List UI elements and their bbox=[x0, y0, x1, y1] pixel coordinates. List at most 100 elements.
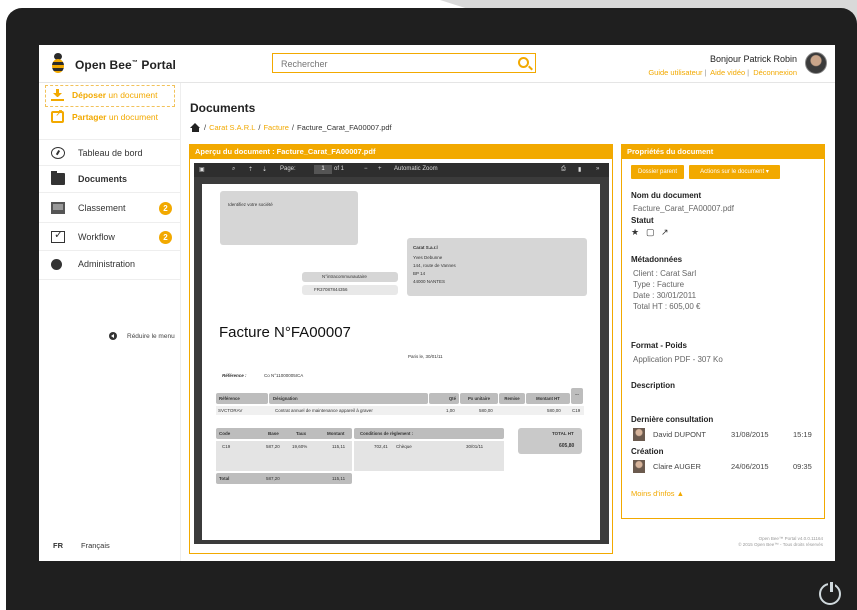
language-selector[interactable]: FR Français bbox=[53, 541, 110, 550]
count-badge: 2 bbox=[159, 202, 172, 215]
sidebar-item-dashboard[interactable]: Tableau de bord bbox=[39, 139, 181, 166]
brand-tm: ™ bbox=[131, 60, 138, 66]
upload-label-bold: Déposer bbox=[72, 90, 107, 100]
folder-icon bbox=[51, 171, 65, 185]
last-consult-row: David DUPONT 31/08/2015 15:19 bbox=[633, 428, 823, 442]
col-qty: Qté bbox=[429, 393, 459, 404]
recipient-line: Carat S.a.r.l bbox=[413, 245, 438, 250]
history-name: David DUPONT bbox=[653, 430, 706, 439]
tax-cell: 587,20 bbox=[266, 444, 280, 449]
cell-amount: 580,00 bbox=[547, 408, 561, 413]
archive-icon bbox=[51, 201, 65, 214]
workflow-icon bbox=[51, 228, 65, 243]
print-icon[interactable]: ⎙ bbox=[561, 166, 566, 173]
sidebar-item-label: Administration bbox=[78, 259, 136, 269]
document-actions-button[interactable]: Actions sur le document ▾ bbox=[689, 165, 780, 179]
share-label: un document bbox=[106, 112, 159, 122]
breadcrumb-sep: / bbox=[258, 123, 261, 132]
recipient-line: 44000 NANTES bbox=[413, 279, 446, 284]
col-discount: Remise bbox=[499, 393, 525, 404]
col-label: Px unitaire bbox=[468, 396, 490, 401]
tax-col: Base bbox=[268, 431, 279, 436]
col-designation: Désignation bbox=[269, 393, 428, 404]
sidebar-item-documents[interactable]: Documents bbox=[39, 166, 181, 193]
col-more: ... bbox=[571, 388, 583, 404]
share-document-button[interactable]: Partager un document bbox=[51, 108, 159, 123]
sidebar-item-classement[interactable]: Classement 2 bbox=[39, 193, 181, 223]
footer-note: Open Bee™ Portal v4.0.0.11164 © 2015 Ope… bbox=[738, 536, 823, 548]
col-label: Référence bbox=[219, 396, 240, 401]
bookmark-icon[interactable]: ▮ bbox=[578, 166, 581, 173]
col-amount: Montant HT bbox=[526, 393, 570, 404]
vat-label: N°intracommunautaire bbox=[322, 274, 367, 279]
sidebar-toggle-icon[interactable]: ▣ bbox=[199, 166, 205, 173]
home-icon[interactable] bbox=[190, 123, 201, 132]
page-number-input[interactable]: 1 bbox=[314, 165, 332, 174]
history-name: Claire AUGER bbox=[653, 462, 701, 471]
previous-page-icon[interactable]: ⇡ bbox=[248, 166, 253, 173]
col-label: ... bbox=[575, 391, 579, 396]
invoice-title: Facture N°FA00007 bbox=[219, 324, 351, 341]
search-icon[interactable] bbox=[518, 57, 529, 68]
cell-qty: 1,00 bbox=[446, 408, 455, 413]
tax-total-amount: 115,11 bbox=[332, 476, 346, 481]
last-consult-label: Dernière consultation bbox=[631, 415, 714, 424]
brand-suffix: Portal bbox=[141, 58, 176, 72]
dashboard-icon bbox=[51, 146, 65, 159]
sidebar-item-administration[interactable]: Administration bbox=[39, 251, 181, 280]
share-icon bbox=[51, 108, 64, 123]
zoom-select[interactable]: Automatic Zoom bbox=[394, 166, 438, 172]
search-input[interactable] bbox=[273, 55, 503, 73]
tax-col: Taux bbox=[296, 431, 307, 436]
star-icon[interactable]: ★ bbox=[631, 228, 640, 237]
recipient-line: 144, route de Vannes bbox=[413, 263, 456, 268]
metadata-label: Métadonnées bbox=[631, 255, 683, 264]
breadcrumb-sep: / bbox=[291, 123, 294, 132]
lang-name: Français bbox=[81, 541, 110, 550]
breadcrumb-sep: / bbox=[204, 123, 207, 132]
metadata-value: Total HT : 605,00 € bbox=[633, 302, 701, 311]
user-greeting: Bonjour Patrick Robin bbox=[709, 54, 797, 64]
zoom-out-icon[interactable]: − bbox=[364, 166, 368, 172]
comment-icon[interactable]: ▢ bbox=[646, 228, 655, 237]
search-bar[interactable] bbox=[272, 53, 536, 73]
logout-link[interactable]: Déconnexion bbox=[753, 68, 797, 77]
brand-name[interactable]: Open Bee™ Portal bbox=[75, 58, 176, 72]
power-icon[interactable] bbox=[819, 582, 841, 605]
metadata-value: Date : 30/01/2011 bbox=[633, 291, 697, 300]
zoom-in-icon[interactable]: + bbox=[378, 166, 382, 172]
avatar[interactable] bbox=[805, 52, 827, 74]
page-title: Documents bbox=[190, 101, 256, 115]
history-time: 15:19 bbox=[793, 430, 812, 439]
upload-document-button[interactable]: Déposer un document bbox=[51, 89, 158, 101]
lang-code: FR bbox=[53, 541, 63, 550]
properties-header: Propriétés du document bbox=[621, 144, 825, 159]
company-logo-box bbox=[220, 191, 358, 245]
tax-col: Code bbox=[219, 431, 231, 436]
caret-down-icon: ▾ bbox=[765, 169, 769, 175]
top-header: Open Bee™ Portal Bonjour Patrick Robin G… bbox=[39, 45, 835, 83]
upload-label: un document bbox=[106, 90, 158, 100]
pdf-viewer[interactable]: ▣ ⌕ ⇡ ⇣ Page: 1 of 1 − + Automatic Zoom … bbox=[194, 163, 609, 544]
header-links: Guide utilisateur | Aide vidéo | Déconnexi… bbox=[648, 68, 797, 77]
col-label: Qté bbox=[448, 396, 456, 401]
pdf-toolbar: ▣ ⌕ ⇡ ⇣ Page: 1 of 1 − + Automatic Zoom … bbox=[194, 163, 609, 177]
edit-icon[interactable]: ↗ bbox=[661, 228, 670, 237]
payment-cell: Chèque bbox=[396, 444, 412, 449]
avatar bbox=[633, 460, 645, 473]
next-page-icon[interactable]: ⇣ bbox=[262, 166, 267, 173]
col-label: Remise bbox=[504, 396, 520, 401]
video-help-link[interactable]: Aide vidéo bbox=[710, 68, 745, 77]
find-icon[interactable]: ⌕ bbox=[232, 166, 235, 173]
bee-logo-icon[interactable] bbox=[49, 53, 67, 75]
gear-icon bbox=[51, 259, 62, 270]
more-tools-icon[interactable]: » bbox=[596, 166, 599, 172]
breadcrumb-folder-link[interactable]: Carat S.A.R.L bbox=[209, 123, 255, 132]
breadcrumb-subfolder-link[interactable]: Facture bbox=[263, 123, 288, 132]
recipient-line: Yves Debunne bbox=[413, 255, 443, 260]
user-guide-link[interactable]: Guide utilisateur bbox=[648, 68, 702, 77]
parent-folder-button[interactable]: Dossier parent bbox=[631, 165, 684, 179]
less-info-link[interactable]: Moins d'infos ▲ bbox=[631, 489, 684, 498]
sidebar-item-workflow[interactable]: Workflow 2 bbox=[39, 223, 181, 251]
reduce-menu-button[interactable]: Réduire le menu bbox=[109, 332, 175, 340]
